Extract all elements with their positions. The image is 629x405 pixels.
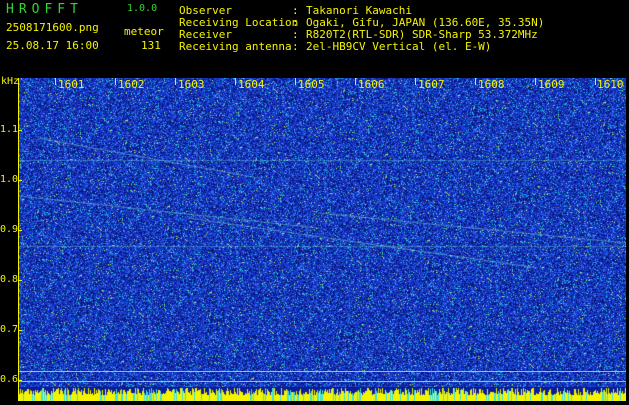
app-version: 1.0.0 <box>127 3 158 14</box>
y-tick-mark <box>18 380 22 381</box>
x-tick-label: 1609 <box>538 78 565 91</box>
signal-level-bar <box>18 386 626 401</box>
x-tick-label: 1608 <box>478 78 505 91</box>
app-name: HROFFT <box>6 2 83 17</box>
info-separator: : <box>292 40 299 53</box>
x-tick-label: 1603 <box>178 78 205 91</box>
x-tick-mark <box>355 78 356 85</box>
meteor-count: 131 <box>141 39 161 52</box>
info-antenna: Receiving antenna: 2el-HB9CV Vertical (el… <box>179 41 491 53</box>
app-title: HROFFT <box>6 2 83 17</box>
spectrogram-canvas <box>18 78 626 400</box>
spectrogram <box>18 78 626 400</box>
x-tick-label: 1606 <box>358 78 385 91</box>
x-tick-mark <box>295 78 296 85</box>
x-tick-mark <box>55 78 56 85</box>
x-tick-label: 1607 <box>418 78 445 91</box>
info-value: 2el-HB9CV Vertical (el. E-W) <box>306 40 492 53</box>
y-tick-mark <box>18 280 22 281</box>
x-tick-label: 1604 <box>238 78 265 91</box>
y-tick-mark <box>18 180 22 181</box>
x-tick-label: 1605 <box>298 78 325 91</box>
x-tick-label: 1602 <box>118 78 145 91</box>
x-tick-mark <box>175 78 176 85</box>
x-tick-mark <box>235 78 236 85</box>
reference-line <box>18 381 626 382</box>
x-tick-mark <box>115 78 116 85</box>
x-tick-mark <box>595 78 596 85</box>
info-label: Receiving antenna <box>179 40 292 53</box>
file-name: 2508171600.png <box>6 21 99 34</box>
x-tick-mark <box>535 78 536 85</box>
y-axis-unit: kHz <box>1 76 20 87</box>
meteor-label: meteor <box>124 25 164 38</box>
signal-level-canvas <box>18 387 626 401</box>
y-tick-mark <box>18 330 22 331</box>
x-tick-mark <box>475 78 476 85</box>
reference-line <box>18 371 626 372</box>
x-tick-label: 1610 <box>597 78 624 91</box>
x-tick-label: 1601 <box>58 78 85 91</box>
y-tick-mark <box>18 130 22 131</box>
file-datetime: 25.08.17 16:00 <box>6 39 99 52</box>
y-tick-mark <box>18 230 22 231</box>
header-panel: HROFFT 1.0.0 2508171600.png 25.08.17 16:… <box>0 0 629 75</box>
x-tick-mark <box>415 78 416 85</box>
